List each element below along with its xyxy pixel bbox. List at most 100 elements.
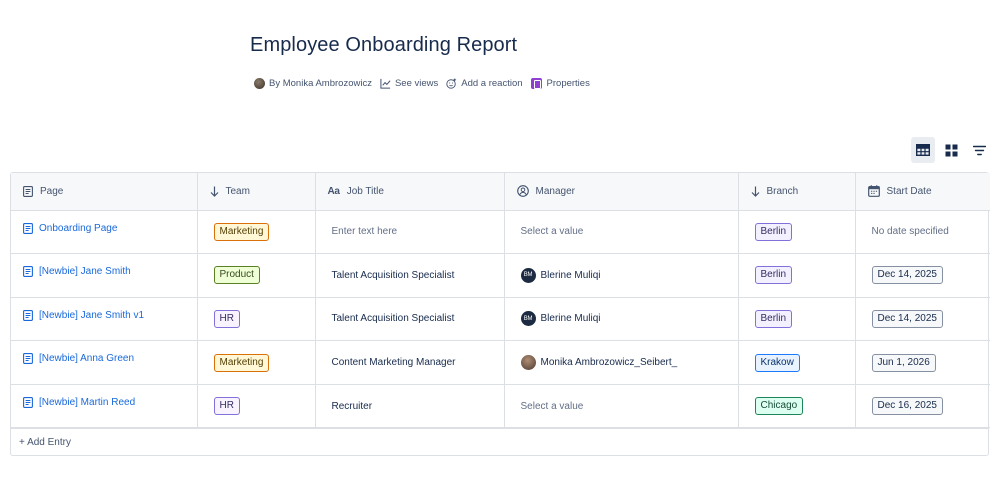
cell-manager[interactable]: BM Blerine Muliqi: [504, 253, 739, 298]
branch-tag: Chicago: [754, 397, 804, 416]
emoji-add-icon: [446, 77, 457, 89]
start-date-chip: Dec 16, 2025: [871, 397, 943, 416]
text-type-icon: Aa: [327, 185, 340, 197]
cell-page[interactable]: [Newbie] Anna Green: [11, 340, 198, 385]
cell-branch[interactable]: Chicago: [738, 384, 856, 429]
cell-branch[interactable]: Krakow: [738, 340, 856, 385]
page-icon: [23, 353, 33, 365]
cell-start-date[interactable]: Jun 1, 2026: [855, 340, 990, 385]
cell-branch[interactable]: Berlin: [738, 297, 856, 342]
arrow-down-icon: [751, 186, 759, 197]
card-view-button[interactable]: [939, 137, 963, 163]
column-header-page[interactable]: Page: [11, 173, 198, 211]
table-row: [Newbie] Anna Green Marketing Content Ma…: [11, 340, 990, 385]
user-icon: [516, 185, 529, 198]
column-header-team[interactable]: Team: [197, 173, 316, 211]
table-row: [Newbie] Jane Smith v1 HR Talent Acquisi…: [11, 297, 990, 342]
byline: By Monika Ambrozowicz See views Add a re…: [254, 75, 598, 91]
start-date-chip: Dec 14, 2025: [871, 266, 943, 285]
table-row: [Newbie] Jane Smith Product Talent Acqui…: [11, 253, 990, 298]
cell-page[interactable]: [Newbie] Jane Smith v1: [11, 297, 198, 342]
properties-icon: [530, 77, 542, 89]
column-header-job-title[interactable]: Aa Job Title: [315, 173, 505, 211]
cell-start-date[interactable]: No date specified: [855, 210, 990, 255]
job-title-text: Content Marketing Manager: [331, 357, 456, 369]
branch-tag: Krakow: [754, 353, 800, 372]
team-tag: Marketing: [213, 222, 270, 241]
filter-button[interactable]: [967, 137, 991, 163]
cell-manager[interactable]: Monika Ambrozowicz_Seibert_: [504, 340, 739, 385]
page-icon: [23, 185, 33, 197]
manager-name: Blerine Muliqi: [540, 313, 601, 325]
cell-manager[interactable]: Select a value: [504, 384, 739, 429]
page-link[interactable]: [Newbie] Anna Green: [23, 353, 181, 364]
page-icon: [23, 222, 33, 234]
calendar-icon: [867, 185, 880, 198]
cell-manager[interactable]: BM Blerine Muliqi: [504, 297, 739, 342]
manager-avatar: [520, 355, 536, 371]
add-reaction-button[interactable]: Add a reaction: [446, 77, 523, 89]
properties-label: Properties: [546, 77, 590, 89]
cell-page[interactable]: [Newbie] Martin Reed: [11, 384, 198, 429]
see-views-button[interactable]: See views: [380, 78, 438, 89]
cell-team[interactable]: Marketing: [197, 340, 316, 385]
table-view-button[interactable]: [911, 137, 935, 163]
table-view-icon: [916, 144, 930, 156]
cell-branch[interactable]: Berlin: [738, 210, 856, 255]
author-byline[interactable]: By Monika Ambrozowicz: [254, 77, 372, 89]
properties-button[interactable]: Properties: [530, 77, 590, 89]
author-name: By Monika Ambrozowicz: [269, 77, 372, 89]
team-tag: Product: [213, 266, 260, 285]
team-tag: Marketing: [213, 353, 270, 372]
page-icon: [23, 266, 33, 278]
add-reaction-label: Add a reaction: [461, 77, 523, 89]
column-header-manager[interactable]: Manager: [504, 173, 739, 211]
cell-start-date[interactable]: Dec 14, 2025: [855, 297, 990, 342]
job-title-text: Recruiter: [331, 400, 373, 412]
manager-name: Monika Ambrozowicz_Seibert_: [540, 357, 678, 369]
arrow-down-icon: [210, 186, 218, 197]
page-link[interactable]: Onboarding Page: [23, 223, 181, 234]
table-row: [Newbie] Martin Reed HR Recruiter Select…: [11, 384, 990, 429]
job-title-text: Talent Acquisition Specialist: [331, 269, 455, 281]
author-avatar: [254, 77, 265, 89]
cell-team[interactable]: HR: [197, 297, 316, 342]
branch-tag: Berlin: [754, 222, 793, 241]
database-table: Page Team Aa Job Title Manager Branch St…: [10, 172, 990, 457]
page-link[interactable]: [Newbie] Jane Smith v1: [23, 310, 181, 321]
filter-icon: [972, 145, 986, 155]
cell-page[interactable]: Onboarding Page: [11, 210, 198, 255]
manager-avatar: BM: [520, 311, 536, 327]
team-tag: HR: [213, 397, 240, 416]
cell-job-title[interactable]: Talent Acquisition Specialist: [315, 297, 505, 342]
cell-page[interactable]: [Newbie] Jane Smith: [11, 253, 198, 298]
add-entry-button[interactable]: + Add Entry: [11, 428, 988, 455]
manager-placeholder: Select a value: [520, 226, 584, 238]
start-date-chip: Jun 1, 2026: [871, 353, 936, 372]
job-title-placeholder: Enter text here: [331, 226, 398, 238]
manager-placeholder: Select a value: [520, 400, 584, 412]
table-header-row: Page Team Aa Job Title Manager Branch St…: [11, 173, 990, 211]
column-header-branch[interactable]: Branch: [738, 173, 856, 211]
page-link[interactable]: [Newbie] Martin Reed: [23, 397, 181, 408]
cell-branch[interactable]: Berlin: [738, 253, 856, 298]
page-icon: [23, 396, 33, 408]
branch-tag: Berlin: [754, 309, 793, 328]
cell-start-date[interactable]: Dec 16, 2025: [855, 384, 990, 429]
cell-job-title[interactable]: Talent Acquisition Specialist: [315, 253, 505, 298]
cell-team[interactable]: Marketing: [197, 210, 316, 255]
page-link[interactable]: [Newbie] Jane Smith: [23, 266, 181, 277]
cell-team[interactable]: Product: [197, 253, 316, 298]
cell-start-date[interactable]: Dec 14, 2025: [855, 253, 990, 298]
cell-job-title[interactable]: Enter text here: [315, 210, 505, 255]
cell-manager[interactable]: Select a value: [504, 210, 739, 255]
page-icon: [23, 309, 33, 321]
cell-job-title[interactable]: Content Marketing Manager: [315, 340, 505, 385]
column-header-start-date[interactable]: Start Date: [855, 173, 990, 211]
cell-team[interactable]: HR: [197, 384, 316, 429]
chart-icon: [380, 78, 391, 89]
start-date-chip: Dec 14, 2025: [871, 309, 943, 328]
start-date-placeholder: No date specified: [871, 226, 949, 238]
cell-job-title[interactable]: Recruiter: [315, 384, 505, 429]
manager-avatar: BM: [520, 267, 536, 283]
